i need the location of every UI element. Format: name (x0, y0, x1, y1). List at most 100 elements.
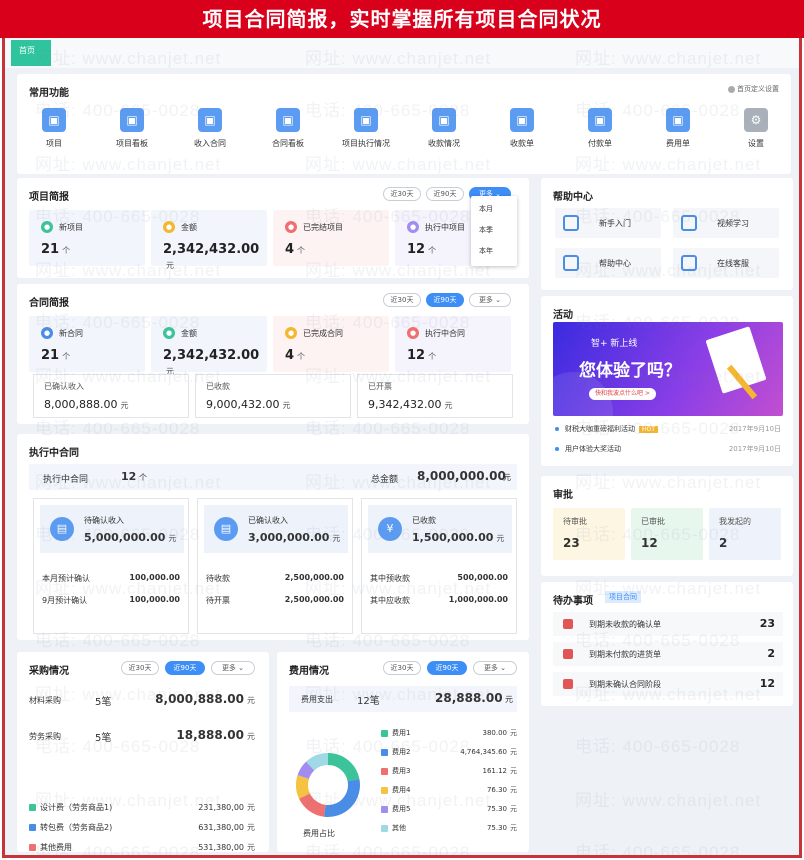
expense-sum-amount: 28,888.00 (435, 691, 503, 705)
quick-item-2[interactable]: ▣ 收入合同 (175, 108, 245, 149)
contract-brief-title: 合同简报 (29, 298, 69, 309)
expense-toggle-30[interactable]: 近30天 (383, 661, 421, 675)
project_brief-stat-2[interactable]: ● 已完结项目 4 个 (273, 210, 389, 266)
dropdown-option-month[interactable]: 本月 (479, 204, 493, 214)
expense-toggle-90[interactable]: 近90天 (427, 661, 467, 675)
stat-icon: ● (41, 327, 53, 339)
approval-item-2[interactable]: 我发起的 2 (709, 508, 781, 560)
quick-item-label: 项目看板 (116, 139, 148, 148)
expense-legend-value: 75.30 元 (487, 823, 517, 833)
activity-card: 活动 智+ 新上线 您体验了吗？ 快和我波点什么吧 > 财税大咖重磅福利活动 HO… (541, 296, 793, 466)
donut-slice-3 (296, 775, 311, 799)
activity-item-date: 2017年9月10日 (728, 445, 781, 453)
todo-tag[interactable]: 项目合同 (605, 591, 641, 603)
stat-number: 21 (41, 348, 60, 363)
purchase-row-amount: 8,000,888.00 元 (155, 692, 255, 706)
expense-legend-number: 380.00 (482, 729, 508, 737)
quick-item-7[interactable]: ▣ 付款单 (565, 108, 635, 149)
executing-box-unit: 元 (496, 534, 505, 543)
help-item-0[interactable]: 新手入门 (555, 208, 661, 238)
help-item-1[interactable]: 视频学习 (673, 208, 779, 238)
activity-banner[interactable]: 智+ 新上线 您体验了吗？ 快和我波点什么吧 > (553, 322, 783, 416)
legend-swatch (381, 824, 388, 832)
purchase-toggle-more[interactable]: 更多 ⌄ (211, 661, 255, 675)
activity-item-0[interactable]: 财税大咖重磅福利活动 HOT (555, 424, 658, 434)
stat-number: 4 (285, 242, 295, 257)
purchase-legend-value: 231,380,00 元 (198, 802, 255, 813)
activity-item-date: 2017年9月10日 (728, 425, 781, 433)
stat-unit: 元 (166, 261, 174, 270)
purchase-legend-item: 设计费（劳务商品1) (29, 802, 112, 813)
purchase-legend-number: 531,380,00 (198, 843, 244, 852)
contract-board-icon: ▣ (276, 108, 300, 132)
approval-label: 我发起的 (719, 517, 751, 526)
todo-item-1[interactable]: 到期未付款的进货单 2 (553, 642, 783, 666)
quick-item-1[interactable]: ▣ 项目看板 (97, 108, 167, 149)
purchase-legend-item: 转包费（劳务商品2) (29, 822, 112, 833)
help-item-2[interactable]: 帮助中心 (555, 248, 661, 278)
help-item-label: 新手入门 (599, 219, 631, 228)
expense-donut-label: 费用占比 (303, 829, 335, 838)
stat-unit: 个 (62, 246, 71, 255)
contract-brief-toggle-more[interactable]: 更多 ⌄ (469, 293, 511, 307)
legend-swatch (381, 729, 388, 737)
project_brief-stat-0[interactable]: ● 新项目 21 个 (29, 210, 145, 266)
expense-legend-value: 76.30 元 (487, 785, 517, 795)
approval-item-0[interactable]: 待审批 23 (553, 508, 625, 560)
stat-number: 21 (41, 242, 60, 257)
dropdown-option-year[interactable]: 本年 (479, 246, 493, 256)
contract_brief-stat-0[interactable]: ● 新合同 21 个 (29, 316, 145, 372)
quick-functions-title: 常用功能 (29, 88, 69, 99)
todo-item-0[interactable]: 到期未收款的确认单 23 (553, 612, 783, 636)
purchase-toggle-30[interactable]: 近30天 (121, 661, 159, 675)
contract-brief-toggle-30[interactable]: 近30天 (383, 293, 421, 307)
project_brief-stat-1[interactable]: ● 金额 2,342,432.00 元 (151, 210, 267, 270)
subtotal-unit: 元 (444, 401, 453, 410)
contract_brief-stat-2[interactable]: ● 已完成合同 4 个 (273, 316, 389, 372)
approval-item-1[interactable]: 已审批 12 (631, 508, 703, 560)
expense-toggle-more[interactable]: 更多 ⌄ (473, 661, 517, 675)
quick-item-0[interactable]: ▣ 项目 (19, 108, 89, 149)
stat-label: 已完结项目 (303, 223, 343, 232)
executing-count: 12 (121, 470, 137, 483)
chevron-down-icon: ⌄ (500, 664, 507, 672)
expense-legend-unit: 元 (510, 729, 517, 737)
expense-legend-unit: 元 (510, 805, 517, 813)
quick-item-8[interactable]: ▣ 费用单 (643, 108, 713, 149)
activity-banner-button[interactable]: 快和我波点什么吧 > (589, 388, 656, 400)
contract-brief-toggle-90[interactable]: 近90天 (426, 293, 464, 307)
subtotal-label: 已收款 (206, 382, 230, 391)
purchase-legend-label: 其他费用 (40, 843, 72, 852)
subtotal-number: 9,000,432.00 (206, 398, 280, 411)
quick-item-9[interactable]: ⚙ 设置 (721, 108, 791, 149)
project-brief-toggle-90[interactable]: 近90天 (426, 187, 464, 201)
dropdown-option-quarter[interactable]: 本季 (479, 225, 493, 235)
stat-icon: ● (163, 221, 175, 233)
tab-home[interactable]: 首页 (11, 40, 51, 66)
quick-item-4[interactable]: ▣ 项目执行情况 (331, 108, 401, 149)
quick-item-label: 项目 (46, 139, 62, 148)
executing-contracts-card: 执行中合同 执行中合同 12 个 总金额 8,000,000.00 元 ▤ 待确认… (17, 434, 529, 640)
page-banner: 项目合同简报，实时掌握所有项目合同状况 (0, 0, 804, 38)
donut-slice-4 (297, 761, 315, 780)
contract_brief-stat-3[interactable]: ● 执行中合同 12 个 (395, 316, 511, 372)
activity-item-1[interactable]: 用户体验大奖活动 (555, 444, 621, 454)
purchase-toggle-90[interactable]: 近90天 (165, 661, 205, 675)
project-brief-toggle-30[interactable]: 近30天 (383, 187, 421, 201)
help-item-3[interactable]: 在线客服 (673, 248, 779, 278)
document-icon: ▤ (50, 517, 74, 541)
quick-item-6[interactable]: ▣ 收款单 (487, 108, 557, 149)
chevron-down-icon: ⌄ (238, 664, 245, 672)
quick-item-5[interactable]: ▣ 收款情况 (409, 108, 479, 149)
custom-settings-link[interactable]: 首页定义设置 (728, 84, 779, 94)
todo-label: 到期未付款的进货单 (589, 650, 661, 659)
purchase-row-label: 劳务采购 (29, 732, 61, 741)
contract_brief-stat-1[interactable]: ● 金额 2,342,432.00元 (151, 316, 267, 376)
expense-card: 费用情况 近30天 近90天 更多 ⌄ 费用支出 12笔 28,888.00 元… (277, 652, 529, 852)
alarm-icon (563, 619, 573, 629)
todo-item-2[interactable]: 到期未确认合同阶段 12 (553, 672, 783, 696)
stat-value: 21 个 (41, 348, 70, 363)
expense-legend-number: 75.30 (486, 824, 507, 832)
checklist-icon (563, 215, 579, 231)
quick-item-3[interactable]: ▣ 合同看板 (253, 108, 323, 149)
